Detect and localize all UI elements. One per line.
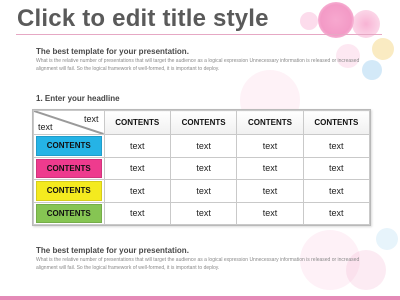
table-row: CONTENTS text text text text (33, 156, 371, 180)
column-header: CONTENTS (169, 110, 238, 135)
row-label: CONTENTS (36, 136, 102, 156)
slide-title[interactable]: Click to edit title style (17, 5, 269, 33)
table-cell: text (103, 156, 171, 180)
decor-bubble (318, 2, 354, 38)
table-cell: text (169, 134, 238, 158)
table-cell: text (236, 134, 304, 158)
row-label: CONTENTS (36, 203, 102, 223)
column-header: CONTENTS (236, 110, 304, 135)
intro-heading[interactable]: The best template for your presentation. (36, 47, 189, 56)
decor-bubble (300, 12, 318, 30)
table-cell: text (302, 134, 371, 158)
table-cell: text (302, 179, 371, 203)
contents-table: text text CONTENTS CONTENTS CONTENTS CON… (32, 109, 371, 226)
table-row: CONTENTS text text text text (33, 179, 371, 203)
table-cell: text (169, 179, 238, 203)
decor-bubble (376, 228, 398, 250)
intro-body[interactable]: What is the relative number of presentat… (36, 57, 376, 73)
corner-bottom-label: text (38, 122, 53, 132)
headline-text[interactable]: 1. Enter your headline (36, 94, 120, 103)
column-header: CONTENTS (103, 110, 171, 135)
table-cell: text (103, 179, 171, 203)
title-divider (16, 34, 382, 35)
table-cell: text (302, 156, 371, 180)
table-cell: text (236, 179, 304, 203)
table-cell: text (236, 156, 304, 180)
table-corner-cell: text text (33, 110, 105, 135)
corner-top-label: text (84, 114, 99, 124)
bottom-accent-bar (0, 296, 400, 300)
table-row: CONTENTS text text text text (33, 201, 371, 225)
table-cell: text (103, 201, 171, 225)
row-label: CONTENTS (36, 158, 102, 178)
table-cell: text (103, 134, 171, 158)
table-cell: text (169, 156, 238, 180)
outro-body[interactable]: What is the relative number of presentat… (36, 256, 376, 272)
table-row: CONTENTS text text text text (33, 134, 371, 158)
column-header: CONTENTS (302, 110, 371, 135)
row-label: CONTENTS (36, 181, 102, 201)
table-cell: text (302, 201, 371, 225)
table-cell: text (236, 201, 304, 225)
table-cell: text (169, 201, 238, 225)
outro-heading[interactable]: The best template for your presentation. (36, 246, 189, 255)
